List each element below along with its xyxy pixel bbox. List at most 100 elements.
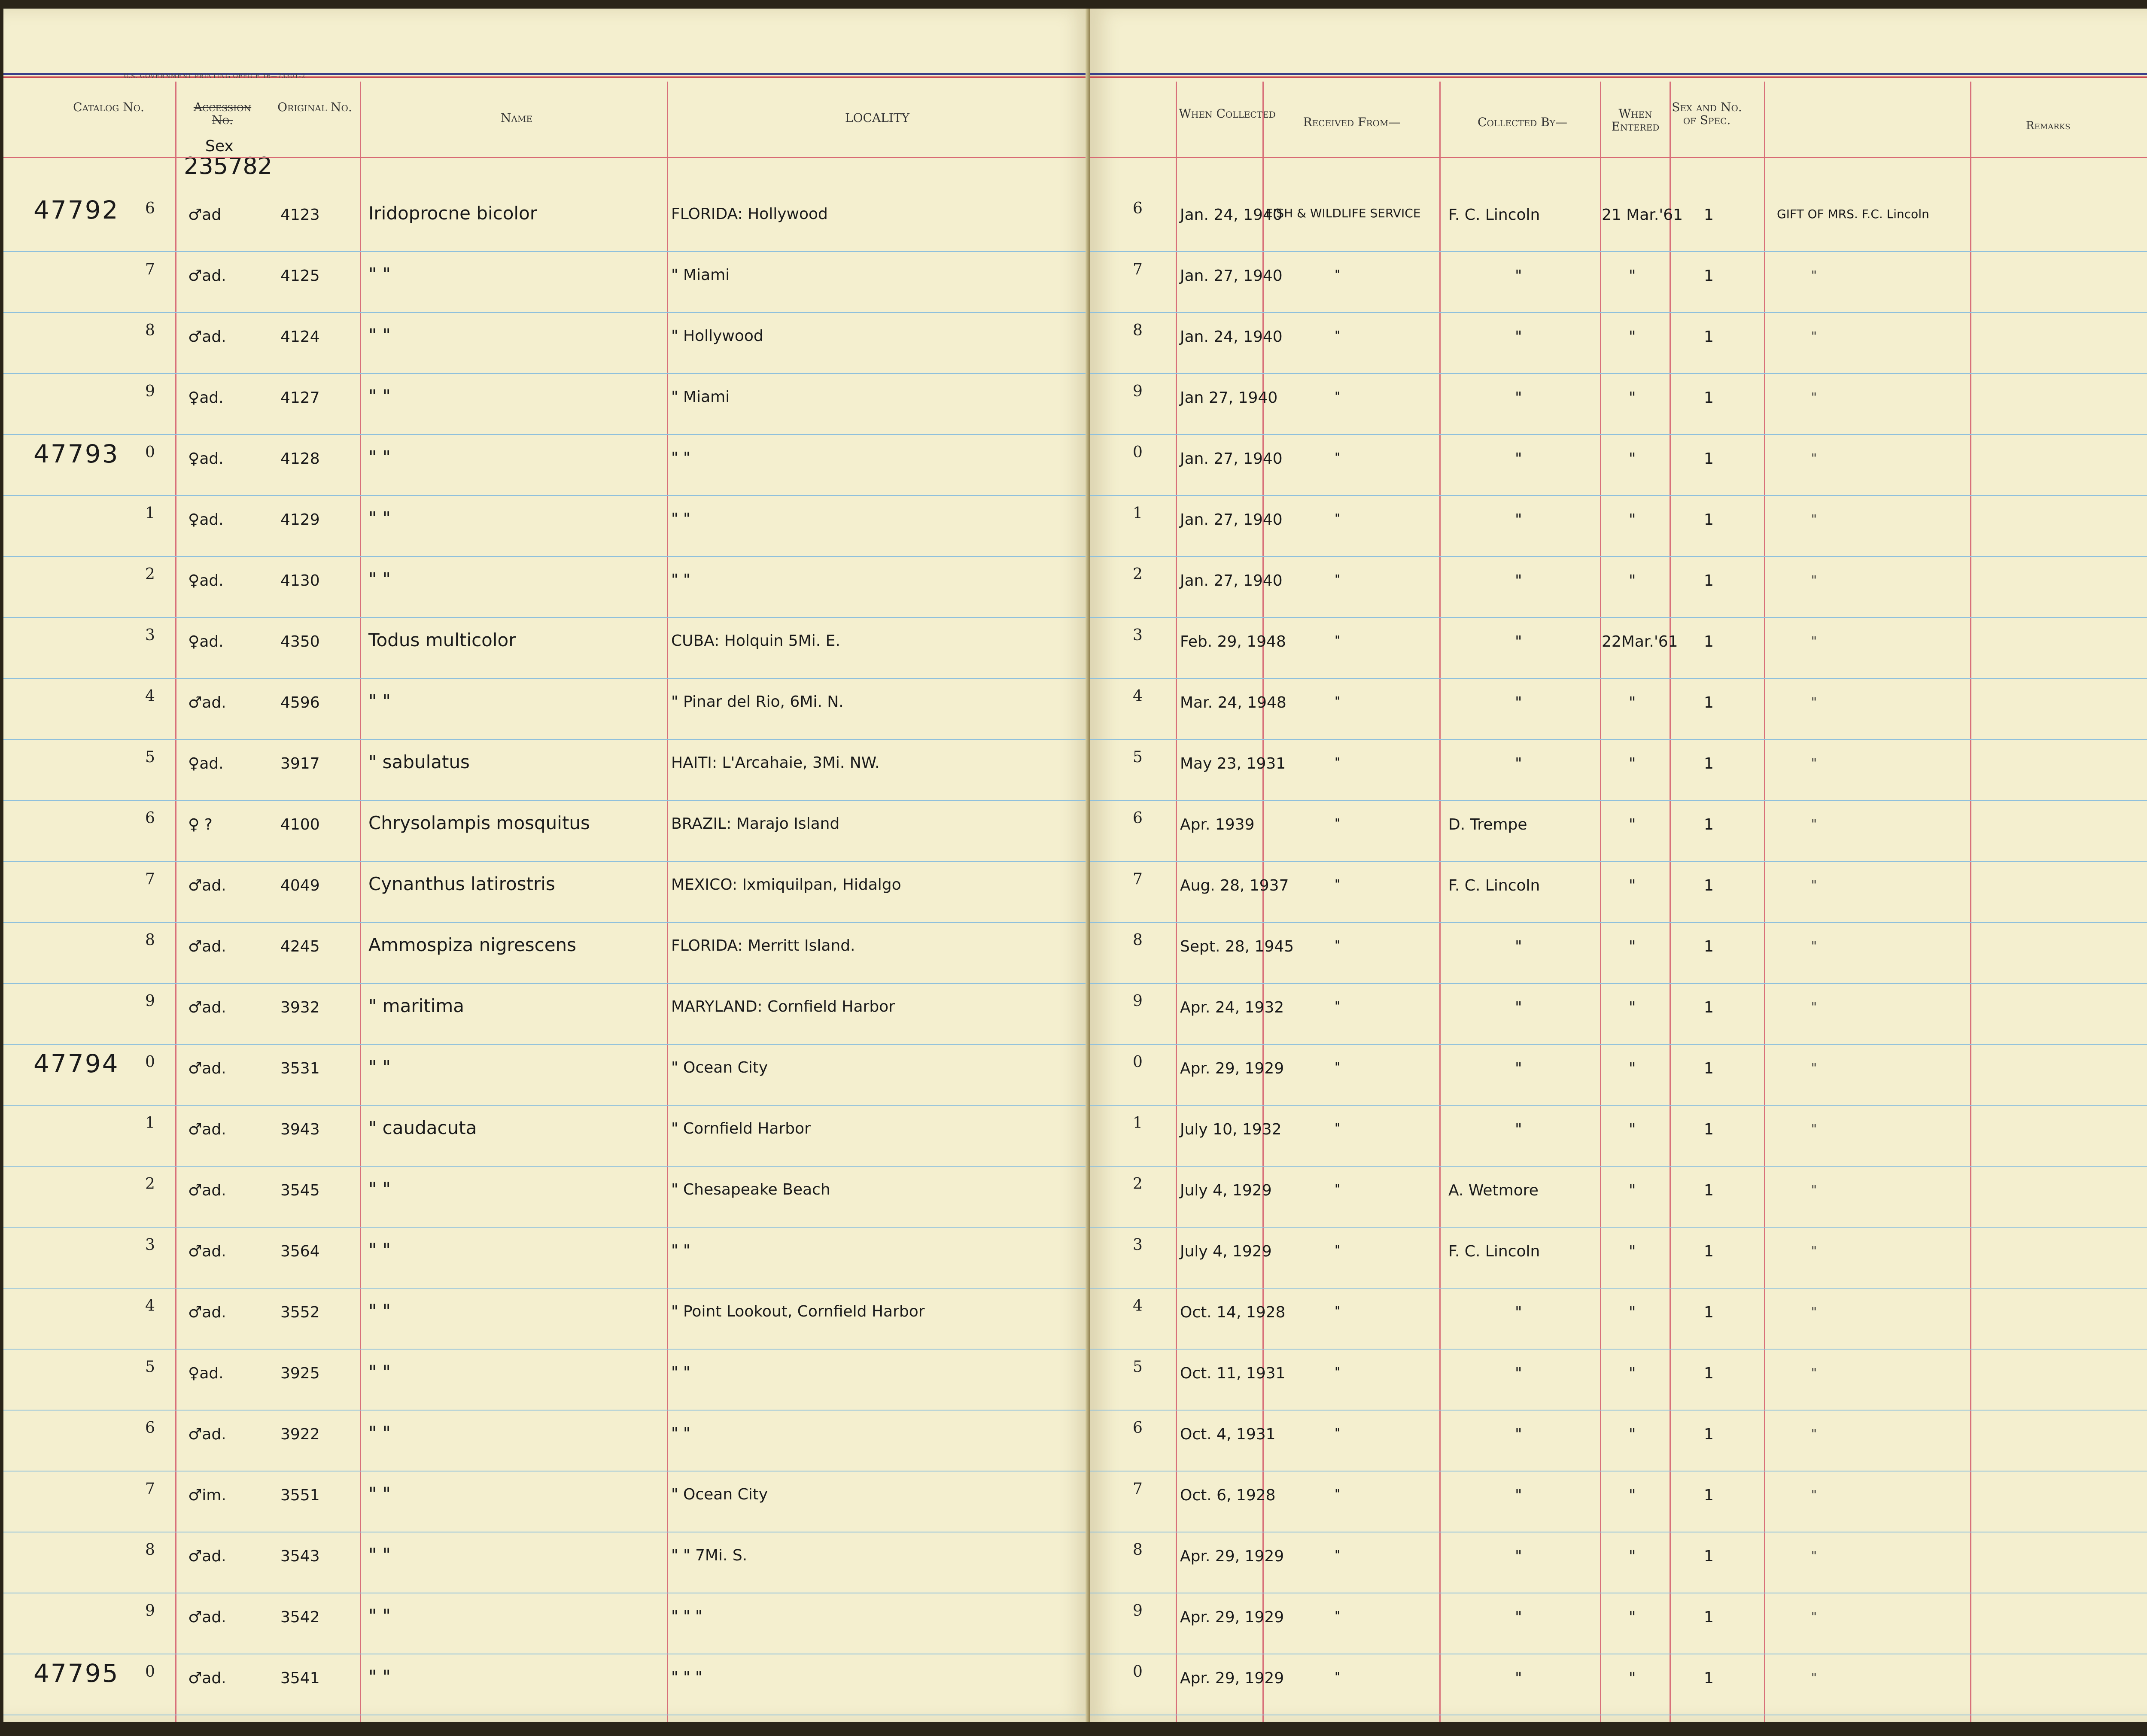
- locality: " " 7Mi. S.: [671, 1547, 748, 1564]
- row-rule: [1090, 1410, 2147, 1411]
- when-entered: ": [1629, 328, 1636, 346]
- column-rule: [1600, 82, 1601, 1722]
- species-name: Ammospiza nigrescens: [368, 934, 577, 955]
- remarks: ": [1811, 756, 1817, 770]
- received-from: ": [1335, 1060, 1340, 1074]
- row-rule: [1090, 800, 2147, 801]
- column-rule: [1970, 82, 1971, 1722]
- header-bottom-rule: [3, 157, 1090, 158]
- locality: MEXICO: Ixmiquilpan, Hidalgo: [671, 876, 901, 894]
- row-rule: [3, 983, 1090, 984]
- row-digit-right: 4: [1133, 1297, 1143, 1315]
- original-number: 4123: [280, 206, 320, 224]
- row-digit-right: 2: [1133, 565, 1143, 583]
- collected-by: ": [1515, 572, 1522, 590]
- row-rule: [1090, 861, 2147, 862]
- row-rule: [3, 617, 1090, 618]
- received-from: ": [1335, 1304, 1340, 1318]
- locality: " ": [671, 449, 690, 467]
- row-rule: [1090, 739, 2147, 740]
- row-digit-right: 8: [1133, 931, 1143, 949]
- row-digit-right: 0: [1133, 1663, 1143, 1681]
- row-rule: [3, 922, 1090, 923]
- sex-age: ♂ad: [188, 206, 222, 224]
- species-name: " ": [368, 264, 391, 285]
- species-name: " ": [368, 1666, 391, 1687]
- row-rule: [3, 739, 1090, 740]
- remarks: ": [1811, 268, 1817, 282]
- when-entered: ": [1629, 1487, 1636, 1504]
- locality: " ": [671, 1364, 690, 1381]
- row-rule: [3, 495, 1090, 496]
- collected-by: ": [1515, 1060, 1522, 1077]
- sex-age: ♂ad.: [188, 328, 226, 346]
- received-from: ": [1335, 877, 1340, 891]
- when-entered: ": [1629, 267, 1636, 285]
- when-entered: ": [1629, 877, 1636, 894]
- remarks: ": [1811, 1243, 1817, 1258]
- spec-count: 1: [1704, 389, 1714, 407]
- collected-by: ": [1515, 1121, 1522, 1138]
- row-rule: [3, 1288, 1090, 1289]
- original-number: 3551: [280, 1487, 320, 1504]
- row-rule: [1090, 434, 2147, 435]
- species-name: " ": [368, 1056, 391, 1077]
- row-rule: [3, 861, 1090, 862]
- sex-age: ♂ad.: [188, 877, 226, 894]
- when-collected: Oct. 6, 1928: [1180, 1487, 1276, 1504]
- original-number: 4100: [280, 816, 320, 833]
- when-entered: ": [1629, 999, 1636, 1016]
- when-collected: Jan. 27, 1940: [1180, 511, 1283, 529]
- sex-age: ♀ad.: [188, 755, 224, 772]
- locality: " Cornfield Harbor: [671, 1120, 811, 1137]
- when-collected: Apr. 24, 1932: [1180, 999, 1284, 1016]
- row-rule: [3, 678, 1090, 679]
- right-page: When Collected Received From— Collected …: [1090, 9, 2147, 1722]
- original-number: 3943: [280, 1121, 320, 1138]
- original-number: 4350: [280, 633, 320, 651]
- spec-count: 1: [1704, 1243, 1714, 1260]
- row-rule: [1090, 556, 2147, 557]
- column-rule: [1176, 82, 1177, 1722]
- collected-by: ": [1515, 633, 1522, 651]
- row-rule: [1090, 1166, 2147, 1167]
- spec-count: 1: [1704, 1426, 1714, 1443]
- original-number: 4128: [280, 450, 320, 468]
- column-rule: [175, 82, 176, 1722]
- row-rule: [1090, 922, 2147, 923]
- received-from: ": [1335, 816, 1340, 830]
- sex-age: ♀ad.: [188, 572, 224, 590]
- received-from: ": [1335, 572, 1340, 586]
- when-collected: Oct. 4, 1931: [1180, 1426, 1276, 1443]
- row-digit-right: 3: [1133, 1236, 1143, 1254]
- when-collected: Jan. 24, 1940: [1180, 328, 1283, 346]
- when-entered: ": [1629, 511, 1636, 529]
- sex-age: ♂ad.: [188, 1548, 226, 1565]
- sex-age: ♀ad.: [188, 450, 224, 468]
- original-number: 3922: [280, 1426, 320, 1443]
- row-digit: 8: [145, 1541, 155, 1559]
- original-number: 3542: [280, 1608, 320, 1626]
- received-from: ": [1335, 755, 1340, 769]
- original-number: 4125: [280, 267, 320, 285]
- sex-age: ♂ad.: [188, 1060, 226, 1077]
- sex-age: ♂ad.: [188, 1121, 226, 1138]
- row-digit: 6: [145, 809, 155, 827]
- when-entered: ": [1629, 1365, 1636, 1382]
- row-rule: [1090, 1044, 2147, 1045]
- row-digit-right: 4: [1133, 687, 1143, 705]
- sex-age: ♀ad.: [188, 1365, 224, 1382]
- catalog-number: 47793: [33, 439, 119, 468]
- row-rule: [3, 434, 1090, 435]
- spec-count: 1: [1704, 1304, 1714, 1321]
- when-entered: ": [1629, 1548, 1636, 1565]
- sex-age: ♂ad.: [188, 999, 226, 1016]
- remarks: ": [1811, 512, 1817, 526]
- original-number: 4049: [280, 877, 320, 894]
- row-digit-right: 8: [1133, 322, 1143, 339]
- collected-by: ": [1515, 450, 1522, 468]
- locality: " " ": [671, 1608, 702, 1625]
- original-number: 3541: [280, 1669, 320, 1687]
- spec-count: 1: [1704, 206, 1714, 224]
- locality: " Ocean City: [671, 1059, 768, 1076]
